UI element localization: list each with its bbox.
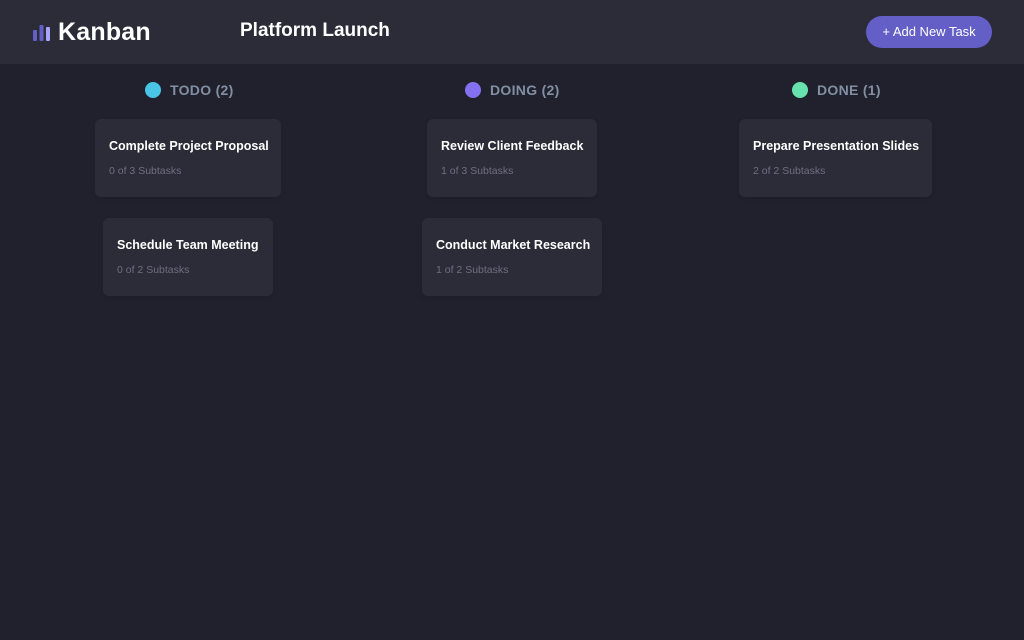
column-dot-doing bbox=[465, 82, 481, 98]
task-card[interactable]: Prepare Presentation Slides 2 of 2 Subta… bbox=[739, 119, 932, 197]
task-subtasks: 1 of 2 Subtasks bbox=[436, 264, 509, 276]
logo-text: Kanban bbox=[58, 17, 151, 46]
task-subtasks: 0 of 2 Subtasks bbox=[117, 264, 190, 276]
column-dot-todo bbox=[145, 82, 161, 98]
task-subtasks: 2 of 2 Subtasks bbox=[753, 165, 826, 177]
task-title: Complete Project Proposal bbox=[109, 139, 269, 153]
column-label-doing: DOING (2) bbox=[490, 82, 560, 98]
add-new-task-button[interactable]: + Add New Task bbox=[866, 16, 992, 48]
logo[interactable]: Kanban bbox=[33, 17, 151, 47]
task-title: Prepare Presentation Slides bbox=[753, 139, 920, 153]
column-label-todo: TODO (2) bbox=[170, 82, 234, 98]
task-title: Conduct Market Research bbox=[436, 238, 591, 252]
task-card[interactable]: Schedule Team Meeting 0 of 2 Subtasks bbox=[103, 218, 273, 296]
board-title: Platform Launch bbox=[240, 20, 390, 41]
column-dot-done bbox=[792, 82, 808, 98]
task-title: Review Client Feedback bbox=[441, 139, 584, 153]
column-label-done: DONE (1) bbox=[817, 82, 881, 98]
task-card[interactable]: Complete Project Proposal 0 of 3 Subtask… bbox=[95, 119, 281, 197]
top-bar: Kanban Platform Launch + Add New Task bbox=[0, 0, 1024, 64]
column-header-done: DONE (1) bbox=[792, 80, 881, 100]
task-card[interactable]: Conduct Market Research 1 of 2 Subtasks bbox=[422, 218, 602, 296]
task-title: Schedule Team Meeting bbox=[117, 238, 259, 252]
column-header-doing: DOING (2) bbox=[465, 80, 560, 100]
task-subtasks: 0 of 3 Subtasks bbox=[109, 165, 182, 177]
column-header-todo: TODO (2) bbox=[145, 80, 234, 100]
bar-chart-icon bbox=[33, 25, 50, 41]
task-subtasks: 1 of 3 Subtasks bbox=[441, 165, 514, 177]
task-card[interactable]: Review Client Feedback 1 of 3 Subtasks bbox=[427, 119, 597, 197]
